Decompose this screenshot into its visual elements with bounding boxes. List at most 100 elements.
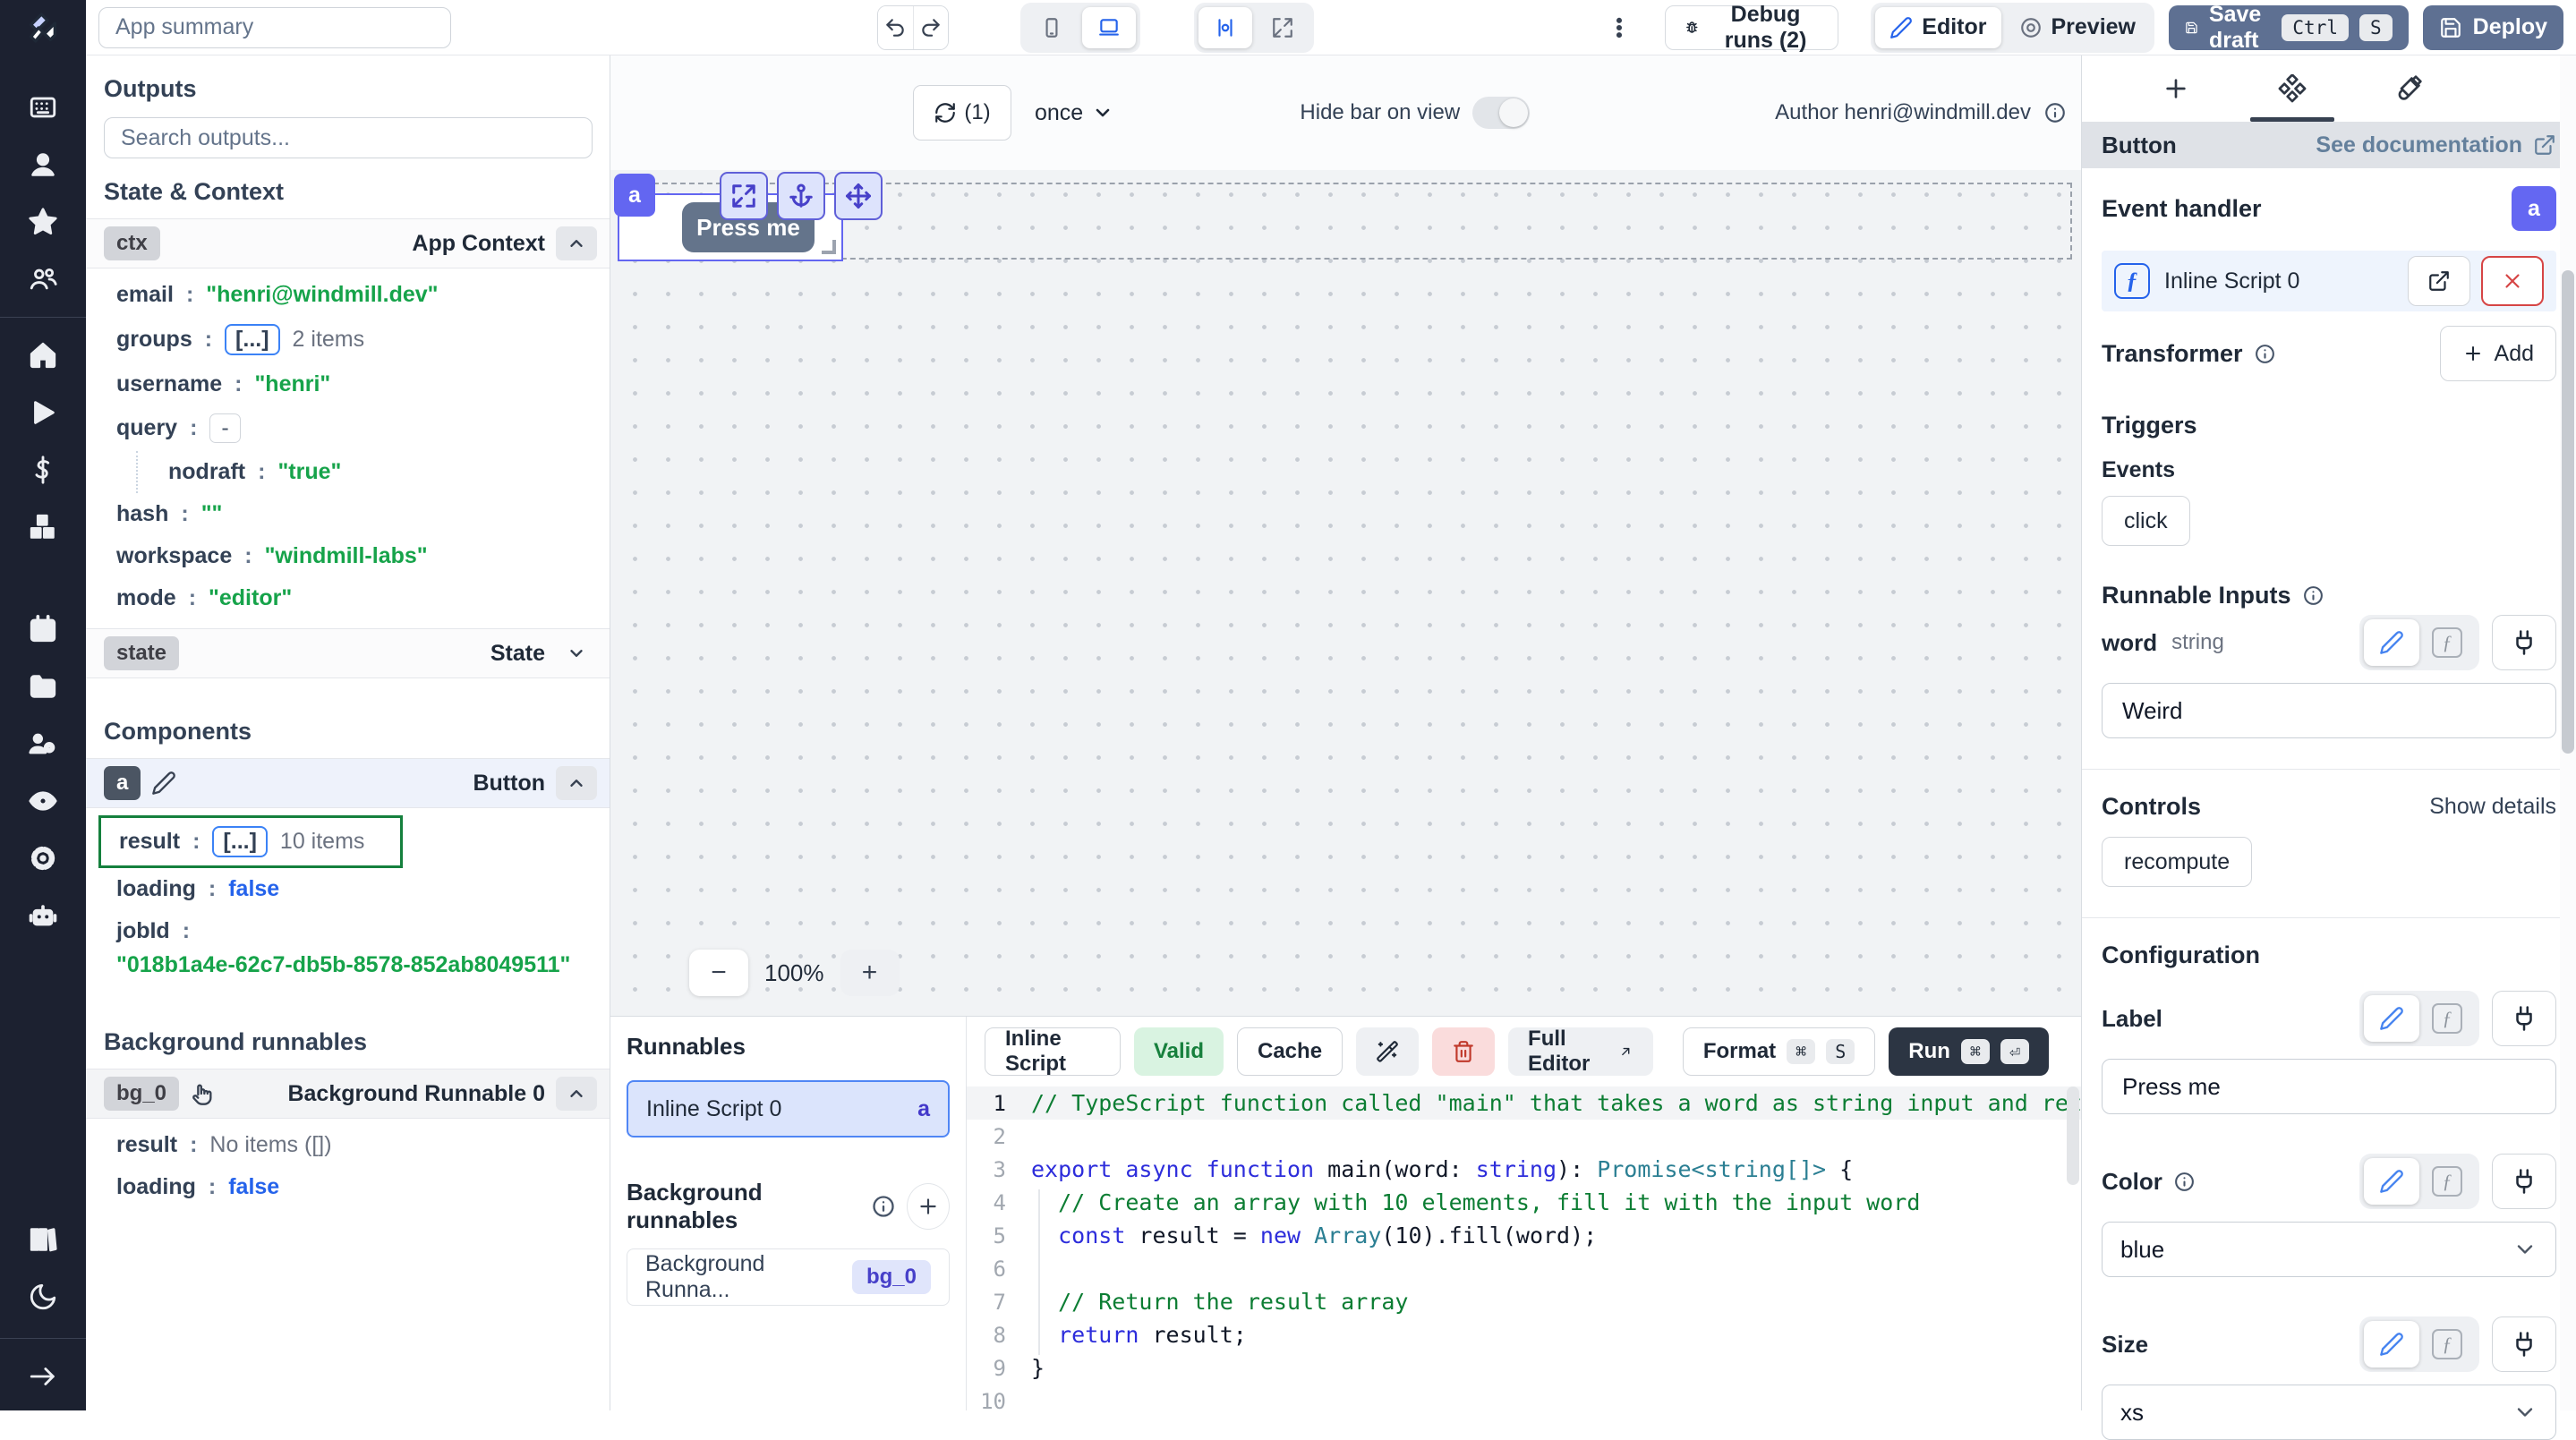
size-select[interactable]: xs [2102, 1385, 2556, 1440]
user-icon[interactable] [0, 136, 86, 193]
bg0-header-row[interactable]: bg_0 Background Runnable 0 [86, 1069, 610, 1119]
code-editor[interactable]: 1// TypeScript function called "main" th… [967, 1086, 2081, 1410]
workers-icon[interactable] [0, 715, 86, 772]
canvas-grid[interactable]: a Press me − 100% + [610, 170, 2081, 1016]
tab-inline-script[interactable]: Inline Script [985, 1027, 1121, 1076]
tab-component-settings[interactable] [2234, 55, 2350, 122]
open-script-button[interactable] [2408, 256, 2470, 306]
info-icon[interactable] [871, 1194, 896, 1219]
desktop-view-button[interactable] [1082, 7, 1136, 48]
hide-bar-toggle[interactable] [1472, 97, 1530, 129]
zoom-out-button[interactable]: − [689, 950, 748, 996]
tab-insert-component[interactable] [2118, 55, 2234, 122]
ctx-header-row[interactable]: ctx App Context [86, 218, 610, 268]
run-button[interactable]: Run ⌘ ⏎ [1889, 1027, 2049, 1076]
dark-mode-moon-icon[interactable] [0, 1268, 86, 1325]
ai-assistant-button[interactable] [1356, 1027, 1419, 1076]
search-outputs-input[interactable] [104, 117, 593, 158]
rename-pencil-icon[interactable] [151, 771, 176, 796]
schedules-icon[interactable] [0, 601, 86, 658]
windmill-logo[interactable] [0, 0, 86, 55]
anchor-handle[interactable] [777, 172, 825, 220]
docs-books-icon[interactable] [0, 1211, 86, 1268]
mobile-view-button[interactable] [1025, 7, 1079, 48]
resize-handle[interactable] [822, 240, 836, 254]
label-value-input[interactable] [2102, 1059, 2556, 1114]
deploy-button[interactable]: Deploy [2423, 5, 2563, 50]
variables-icon[interactable] [0, 441, 86, 498]
eval-mode-button[interactable]: ƒ [2419, 1158, 2475, 1205]
connect-input-button[interactable] [2492, 615, 2556, 670]
resources-icon[interactable] [0, 498, 86, 556]
panel-scrollbar[interactable] [2560, 55, 2576, 1410]
ai-robot-icon[interactable] [0, 887, 86, 944]
show-details-link[interactable]: Show details [2429, 794, 2556, 820]
tab-editor[interactable]: Editor [1875, 7, 2000, 48]
state-expand-button[interactable] [556, 636, 597, 670]
zoom-in-button[interactable]: + [840, 950, 900, 996]
redo-button[interactable] [913, 6, 948, 49]
see-documentation-link[interactable]: See documentation [2316, 132, 2556, 158]
event-script-row[interactable]: ƒ Inline Script 0 [2102, 251, 2556, 311]
static-mode-button[interactable] [2364, 1158, 2419, 1205]
center-align-button[interactable] [1198, 7, 1252, 48]
button-collapse-button[interactable] [556, 766, 597, 800]
more-menu-button[interactable] [1606, 15, 1633, 40]
info-icon[interactable] [2043, 101, 2067, 124]
expand-array-chip[interactable]: [...] [225, 324, 280, 355]
debug-runs-button[interactable]: Debug runs (2) [1647, 5, 1856, 50]
ctx-collapse-button[interactable] [556, 226, 597, 260]
format-button[interactable]: Format ⌘ S [1683, 1027, 1875, 1076]
static-mode-button[interactable] [2364, 619, 2419, 666]
info-icon[interactable] [2254, 343, 2276, 365]
groups-icon[interactable] [0, 251, 86, 308]
refresh-count-button[interactable]: (1) [913, 85, 1011, 141]
expand-array-chip[interactable]: [...] [212, 826, 268, 857]
delete-script-button[interactable] [1432, 1027, 1495, 1076]
tab-styling[interactable] [2350, 55, 2467, 122]
info-icon[interactable] [2173, 1171, 2196, 1193]
selected-component[interactable]: a Press me [618, 193, 843, 261]
runs-icon[interactable] [0, 384, 86, 441]
button-component-header-row[interactable]: a Button [86, 758, 610, 808]
connect-input-button[interactable] [2492, 1154, 2556, 1209]
full-editor-button[interactable]: Full Editor [1508, 1027, 1653, 1076]
collapse-arrow-icon[interactable] [0, 1351, 86, 1402]
click-event-pill[interactable]: click [2102, 496, 2190, 546]
state-header-row[interactable]: state State [86, 628, 610, 678]
static-mode-button[interactable] [2364, 995, 2419, 1042]
connect-input-button[interactable] [2492, 991, 2556, 1046]
cache-button[interactable]: Cache [1237, 1027, 1343, 1076]
audit-eye-icon[interactable] [0, 772, 86, 830]
word-value-input[interactable] [2102, 683, 2556, 738]
bg0-collapse-button[interactable] [556, 1077, 597, 1111]
fullwidth-button[interactable] [1256, 7, 1309, 48]
expand-handle[interactable] [720, 172, 768, 220]
interval-select[interactable]: once [1035, 100, 1113, 126]
home-icon[interactable] [0, 327, 86, 384]
empty-object-chip[interactable]: - [209, 413, 240, 443]
eval-mode-button[interactable]: ƒ [2419, 1321, 2475, 1368]
add-transformer-button[interactable]: Add [2440, 326, 2556, 381]
apps-icon[interactable] [0, 79, 86, 136]
move-handle[interactable] [834, 172, 883, 220]
connect-input-button[interactable] [2492, 1316, 2556, 1372]
color-select[interactable]: blue [2102, 1222, 2556, 1277]
eval-mode-button[interactable]: ƒ [2419, 619, 2475, 666]
tab-preview[interactable]: Preview [2005, 7, 2151, 48]
scrollbar-thumb[interactable] [2562, 270, 2574, 754]
remove-script-button[interactable] [2481, 256, 2544, 306]
save-draft-button[interactable]: Save draft Ctrl S [2169, 5, 2409, 50]
eval-mode-button[interactable]: ƒ [2419, 995, 2475, 1042]
add-bg-runnable-button[interactable] [907, 1183, 950, 1230]
info-icon[interactable] [2302, 584, 2324, 607]
runnable-bg-0[interactable]: Background Runna... bg_0 [627, 1248, 950, 1306]
recompute-pill[interactable]: recompute [2102, 837, 2252, 887]
runnable-inline-script-0[interactable]: Inline Script 0 a [627, 1080, 950, 1138]
undo-button[interactable] [878, 6, 913, 49]
static-mode-button[interactable] [2364, 1321, 2419, 1368]
app-summary-input[interactable] [98, 7, 451, 48]
editor-scrollbar[interactable] [2067, 1086, 2079, 1185]
folders-icon[interactable] [0, 658, 86, 715]
settings-gear-icon[interactable] [0, 830, 86, 887]
